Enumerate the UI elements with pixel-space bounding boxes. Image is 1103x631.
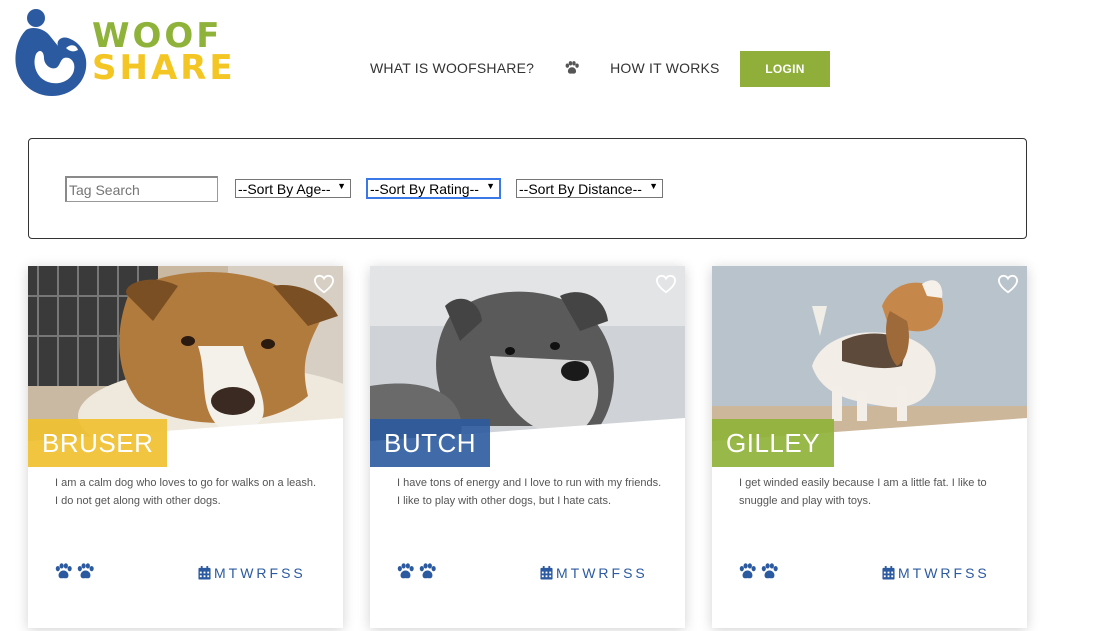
energy-rating	[738, 563, 779, 580]
tag-search-input[interactable]	[65, 176, 218, 202]
dog-description: I have tons of energy and I love to run …	[397, 477, 662, 507]
sort-by-distance-value: --Sort By Distance--	[519, 180, 642, 197]
energy-rating	[54, 563, 95, 580]
photo-edge	[28, 418, 343, 441]
sort-by-rating-select[interactable]: --Sort By Rating-- ▼	[366, 178, 501, 199]
paw-icon	[760, 563, 779, 580]
dropdown-arrow-icon: ▼	[486, 181, 495, 191]
dog-name: GILLEY	[712, 419, 835, 467]
paw-icon	[738, 563, 757, 580]
dropdown-arrow-icon: ▼	[649, 181, 658, 191]
paw-icon	[396, 563, 415, 580]
favorite-heart-icon[interactable]	[655, 274, 677, 294]
dog-card[interactable]: GILLEY I get winded easily because I am …	[712, 266, 1027, 628]
dog-name: BUTCH	[370, 419, 491, 467]
dog-description: I am a calm dog who loves to go for walk…	[55, 477, 317, 507]
filter-panel: --Sort By Age-- ▼ --Sort By Rating-- ▼ -…	[28, 138, 1027, 239]
availability-days: MTWRFSS	[198, 565, 306, 581]
calendar-icon	[540, 566, 553, 580]
logo-text-share: SHARE	[92, 48, 236, 88]
paw-icon	[76, 563, 95, 580]
main-nav: WHAT IS WOOFSHARE? HOW IT WORKS	[370, 50, 720, 86]
sort-by-distance-select[interactable]: --Sort By Distance-- ▼	[516, 179, 663, 198]
dog-description: I get winded easily because I am a littl…	[739, 477, 987, 507]
dog-card[interactable]: BUTCH I have tons of energy and I love t…	[370, 266, 685, 628]
paw-icon	[564, 61, 580, 75]
logo-dog-icon	[15, 9, 87, 96]
sort-by-rating-value: --Sort By Rating--	[370, 180, 479, 197]
calendar-icon	[198, 566, 211, 580]
nav-how-it-works[interactable]: HOW IT WORKS	[610, 60, 719, 76]
dog-card[interactable]: BRUSER I am a calm dog who loves to go f…	[28, 266, 343, 628]
days-text: MTWRFSS	[556, 565, 648, 581]
availability-days: MTWRFSS	[540, 565, 648, 581]
paw-icon	[418, 563, 437, 580]
favorite-heart-icon[interactable]	[313, 274, 335, 294]
dropdown-arrow-icon: ▼	[337, 181, 346, 191]
photo-edge	[712, 418, 1027, 441]
availability-days: MTWRFSS	[882, 565, 990, 581]
sort-by-age-value: --Sort By Age--	[238, 180, 331, 197]
sort-by-age-select[interactable]: --Sort By Age-- ▼	[235, 179, 351, 198]
days-text: MTWRFSS	[214, 565, 306, 581]
nav-what-is-woofshare[interactable]: WHAT IS WOOFSHARE?	[370, 60, 534, 76]
calendar-icon	[882, 566, 895, 580]
energy-rating	[396, 563, 437, 580]
favorite-heart-icon[interactable]	[997, 274, 1019, 294]
paw-icon	[54, 563, 73, 580]
dog-name: BRUSER	[28, 419, 168, 467]
login-button[interactable]: LOGIN	[740, 51, 830, 87]
days-text: MTWRFSS	[898, 565, 990, 581]
photo-edge	[370, 418, 685, 441]
logo[interactable]: WOOF SHARE	[14, 6, 254, 98]
